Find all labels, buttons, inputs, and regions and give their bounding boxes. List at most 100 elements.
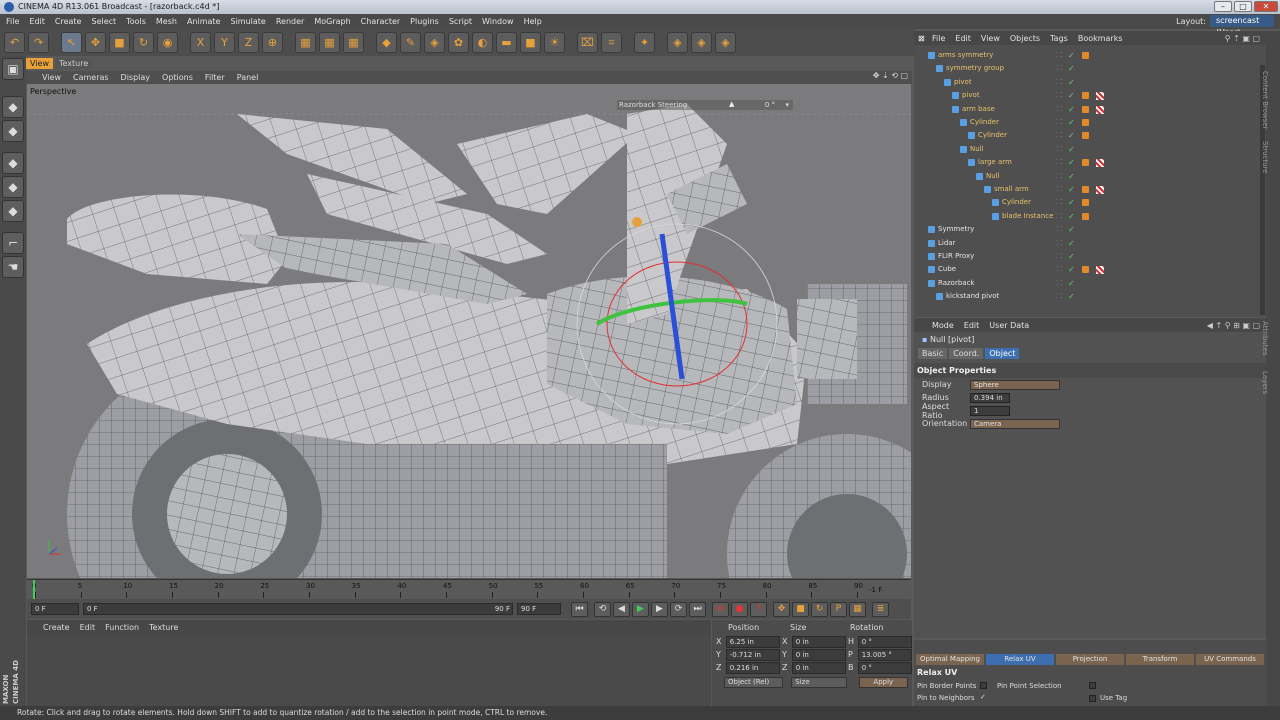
- visibility-dots-icon[interactable]: ⁚ ⁚: [1056, 103, 1063, 116]
- enable-check-icon[interactable]: ✓: [1068, 129, 1075, 142]
- deformer-icon[interactable]: ◐: [472, 32, 493, 53]
- visibility-dots-icon[interactable]: ⁚ ⁚: [1056, 156, 1063, 169]
- visibility-dots-icon[interactable]: ⁚ ⁚: [1056, 223, 1063, 236]
- visibility-dots-icon[interactable]: ⁚ ⁚: [1056, 170, 1063, 183]
- object-row[interactable]: pivot ⁚ ⁚ ✓: [916, 89, 1256, 102]
- coord-mode-dropdown[interactable]: Object (Rel): [724, 677, 784, 688]
- current-frame-field[interactable]: 0 F: [31, 603, 79, 615]
- object-row[interactable]: arms symmetry ⁚ ⁚ ✓: [916, 49, 1256, 62]
- rot-b-field[interactable]: 0 °: [857, 661, 912, 674]
- maximize-button[interactable]: □: [1234, 1, 1252, 12]
- rot-p-field[interactable]: 13.005 °: [857, 648, 912, 661]
- texture-tag-icon[interactable]: [1096, 266, 1104, 275]
- enable-check-icon[interactable]: ✓: [1068, 116, 1075, 129]
- frame-range-slider[interactable]: 0 F 90 F: [83, 603, 513, 615]
- next-key-icon[interactable]: ⟳: [670, 601, 687, 617]
- close-button[interactable]: ✕: [1254, 1, 1278, 12]
- subdivision-icon[interactable]: ◈: [424, 32, 445, 53]
- polygons-mode-icon[interactable]: ◆: [2, 200, 24, 222]
- object-manager-search-icons[interactable]: ⚲ ⇡ ▣ ▢: [1225, 34, 1260, 43]
- x-axis-lock-icon[interactable]: X: [190, 32, 211, 53]
- key-position-icon[interactable]: ✥: [773, 601, 790, 617]
- make-editable-icon[interactable]: ▣: [2, 58, 24, 80]
- visibility-dots-icon[interactable]: ⁚ ⁚: [1056, 250, 1063, 263]
- menu-simulate[interactable]: Simulate: [230, 17, 265, 26]
- tab-transform[interactable]: Transform: [1126, 654, 1194, 665]
- spline-pen-icon[interactable]: ✎: [400, 32, 421, 53]
- display-dropdown[interactable]: Sphere: [970, 379, 1060, 390]
- texture-tag-icon[interactable]: [1096, 186, 1104, 194]
- visibility-dots-icon[interactable]: ⁚ ⁚: [1056, 196, 1063, 209]
- structure-tab[interactable]: Structure: [1261, 141, 1269, 174]
- autokey-icon[interactable]: ●: [731, 601, 748, 617]
- layers-tab[interactable]: Layers: [1261, 371, 1269, 394]
- enable-check-icon[interactable]: ✓: [1068, 156, 1075, 169]
- enable-check-icon[interactable]: ✓: [1068, 210, 1075, 223]
- timeline-ruler[interactable]: 051015202530354045505560657075808590 -1 …: [27, 579, 911, 599]
- render-picture-viewer-icon[interactable]: ▦: [319, 32, 340, 53]
- menu-mesh[interactable]: Mesh: [156, 17, 177, 26]
- menu-plugins[interactable]: Plugins: [410, 17, 439, 26]
- tweak-mode-icon[interactable]: ☚: [2, 256, 24, 278]
- pin-border-points-checkbox[interactable]: [980, 682, 987, 689]
- key-scale-icon[interactable]: ■: [792, 601, 809, 617]
- vp-menu-cameras[interactable]: Cameras: [73, 73, 109, 82]
- enable-check-icon[interactable]: ✓: [1068, 290, 1075, 303]
- radius-field[interactable]: 0.394 in: [970, 392, 1010, 403]
- object-row[interactable]: Cylinder ⁚ ⁚ ✓: [916, 129, 1256, 142]
- size-z-field[interactable]: 0 in: [791, 661, 846, 674]
- menu-tools[interactable]: Tools: [126, 17, 146, 26]
- tag-icon[interactable]: [1082, 266, 1089, 274]
- enable-check-icon[interactable]: ✓: [1068, 143, 1075, 156]
- model-mode-icon[interactable]: ◆: [2, 96, 24, 118]
- viewport-nav-icons[interactable]: ✥ ⇣ ⟲ ▢: [873, 71, 908, 80]
- timeline-menu-icon[interactable]: ≣: [872, 601, 889, 617]
- object-row[interactable]: Null ⁚ ⁚ ✓: [916, 170, 1256, 183]
- attributes-tab[interactable]: Attributes: [1261, 321, 1269, 356]
- layout-select[interactable]: screencast (User): [1210, 15, 1274, 37]
- visibility-dots-icon[interactable]: ⁚ ⁚: [1056, 62, 1063, 75]
- object-row[interactable]: Symmetry ⁚ ⁚ ✓: [916, 223, 1256, 236]
- pos-z-field[interactable]: 0.216 in: [725, 661, 780, 674]
- object-row[interactable]: large arm ⁚ ⁚ ✓: [916, 156, 1256, 169]
- object-row[interactable]: Razorback ⁚ ⁚ ✓: [916, 277, 1256, 290]
- play-icon[interactable]: ▶: [632, 601, 649, 617]
- live-selection-icon[interactable]: ↖: [61, 32, 82, 53]
- visibility-dots-icon[interactable]: ⁚ ⁚: [1056, 116, 1063, 129]
- attribute-nav-icons[interactable]: ◀ ↑ ⚲ ⊞ ▣ ▢: [1207, 321, 1260, 330]
- enable-check-icon[interactable]: ✓: [1068, 237, 1075, 250]
- attr-tab-basic[interactable]: Basic: [918, 348, 948, 359]
- visibility-dots-icon[interactable]: ⁚ ⁚: [1056, 129, 1063, 142]
- obj-menu-view[interactable]: View: [981, 34, 1000, 43]
- workplane-icon[interactable]: ⌗: [601, 32, 622, 53]
- vp-menu-view[interactable]: View: [42, 73, 61, 82]
- tag-icon[interactable]: [1082, 92, 1089, 100]
- vp-menu-display[interactable]: Display: [121, 73, 151, 82]
- vp-menu-panel[interactable]: Panel: [237, 73, 259, 82]
- visibility-dots-icon[interactable]: ⁚ ⁚: [1056, 143, 1063, 156]
- minimize-button[interactable]: –: [1214, 1, 1232, 12]
- obj-menu-edit[interactable]: Edit: [955, 34, 971, 43]
- snap-icon[interactable]: ⌧: [577, 32, 598, 53]
- tab-projection[interactable]: Projection: [1056, 654, 1124, 665]
- bp-render-icon[interactable]: ◈: [667, 32, 688, 53]
- mat-menu-create[interactable]: Create: [43, 623, 70, 632]
- size-y-field[interactable]: 0 in: [791, 648, 846, 661]
- attr-menu-mode[interactable]: Mode: [932, 321, 954, 330]
- tag-icon[interactable]: [1082, 212, 1089, 220]
- enable-check-icon[interactable]: ✓: [1068, 277, 1075, 290]
- obj-menu-bookmarks[interactable]: Bookmarks: [1078, 34, 1123, 43]
- enable-check-icon[interactable]: ✓: [1068, 263, 1075, 276]
- attr-tab-coord[interactable]: Coord.: [949, 348, 984, 359]
- apply-button[interactable]: Apply: [858, 677, 908, 688]
- pin-point-selection-checkbox[interactable]: [1089, 682, 1096, 689]
- object-tree[interactable]: arms symmetry ⁚ ⁚ ✓ symmetry group ⁚ ⁚ ✓ pivot…: [916, 49, 1256, 311]
- obj-menu-objects[interactable]: Objects: [1010, 34, 1040, 43]
- aspect-ratio-field[interactable]: 1: [970, 405, 1010, 416]
- enable-check-icon[interactable]: ✓: [1068, 183, 1075, 196]
- vp-menu-filter[interactable]: Filter: [205, 73, 225, 82]
- object-row[interactable]: symmetry group ⁚ ⁚ ✓: [916, 62, 1256, 75]
- rotate-icon[interactable]: ↻: [133, 32, 154, 53]
- redo-icon[interactable]: ↷: [28, 32, 49, 53]
- prev-frame-icon[interactable]: ◀: [613, 601, 630, 617]
